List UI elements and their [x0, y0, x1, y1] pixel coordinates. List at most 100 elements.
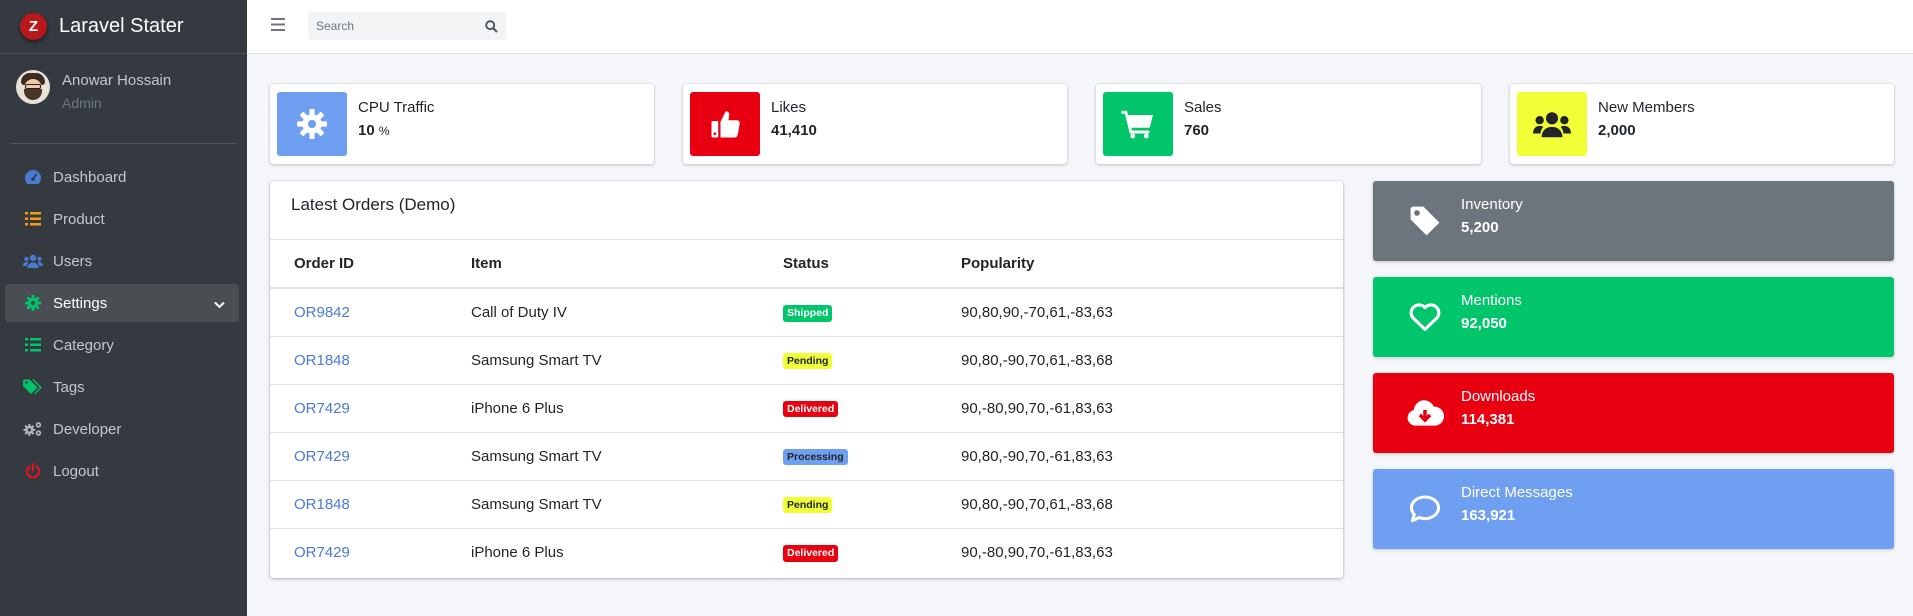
order-item: Call of Duty IV: [447, 288, 759, 337]
column-header: Item: [447, 240, 759, 289]
card-header: Latest Orders (Demo): [270, 181, 1589, 240]
stat-box-label: Inventory: [1461, 196, 1523, 213]
cogs-icon: [23, 419, 43, 439]
search-input[interactable]: [308, 12, 476, 40]
order-id-link[interactable]: OR9842: [294, 304, 350, 321]
sidebar-item-label: Developer: [53, 420, 122, 438]
stat-box-label: Downloads: [1461, 388, 1536, 405]
list-icon: [23, 209, 43, 229]
order-id-link[interactable]: OR7429: [294, 400, 350, 417]
order-popularity: 90,-80,90,70,-61,83,63: [961, 543, 1113, 561]
comment-icon: [1405, 491, 1445, 527]
info-box-value: 2,000: [1598, 122, 1636, 139]
column-header: Status: [759, 240, 937, 289]
order-item: iPhone 6 Plus: [471, 543, 564, 561]
table-header-row: Order ID Item Status Popularity: [270, 240, 1343, 289]
gear-icon: [23, 293, 43, 313]
order-popularity: 90,80,-90,70,-61,83,63: [937, 432, 1343, 481]
avatar[interactable]: [16, 70, 50, 104]
search-icon: [484, 19, 498, 33]
list-icon: [23, 335, 43, 355]
search-form: [308, 12, 506, 40]
order-id-link[interactable]: OR1848: [294, 496, 350, 513]
stat-box-mentions: Mentions 92,050: [1373, 277, 1894, 357]
order-item: Samsung Smart TV: [447, 336, 759, 385]
order-item: iPhone 6 Plus: [447, 384, 759, 433]
sidebar-item-category[interactable]: Category: [5, 326, 239, 364]
stat-box-value: 92,050: [1461, 315, 1507, 332]
table-row: OR1848 Samsung Smart TV Pending 90,80,-9…: [270, 336, 1343, 385]
brand-link[interactable]: Z Laravel Stater: [0, 0, 247, 54]
info-box-label: Sales: [1184, 99, 1222, 116]
dashboard-icon: [23, 167, 43, 187]
sidebar-item-label: Logout: [53, 462, 99, 480]
sidebar-item-product[interactable]: Product: [5, 200, 239, 238]
table-row: OR7429 iPhone 6 Plus Delivered 90,-80,90…: [270, 384, 1343, 433]
sidebar-item-users[interactable]: Users: [5, 242, 239, 280]
info-box-label: New Members: [1598, 99, 1695, 116]
heart-icon: [1405, 299, 1445, 335]
order-id-link[interactable]: OR1848: [294, 352, 350, 369]
order-item: Samsung Smart TV: [447, 480, 759, 529]
info-box-cpu-traffic: CPU Traffic 10 %: [270, 84, 654, 164]
status-badge: Pending: [783, 496, 833, 514]
orders-table: Order ID Item Status Popularity OR9842 C…: [270, 240, 1343, 576]
top-navbar: [247, 0, 1913, 54]
menu-toggle-icon[interactable]: [271, 18, 285, 35]
info-box-likes: Likes 41,410: [683, 84, 1067, 164]
search-button[interactable]: [476, 12, 506, 40]
stat-box-label: Direct Messages: [1461, 484, 1573, 501]
thumbs-up-icon: [690, 92, 760, 156]
status-badge: Shipped: [783, 304, 833, 322]
info-box-value: 41,410: [771, 122, 817, 139]
power-icon: [23, 461, 43, 481]
sidebar-item-logout[interactable]: Logout: [5, 452, 239, 490]
info-box-label: CPU Traffic: [358, 99, 435, 116]
info-box-new-members: New Members 2,000: [1510, 84, 1894, 164]
card-title: Latest Orders (Demo): [291, 195, 456, 214]
table-row: OR7429 Samsung Smart TV Processing 90,80…: [270, 432, 1343, 481]
tag-icon: [1405, 203, 1445, 239]
order-id-link[interactable]: OR7429: [294, 448, 350, 465]
info-box-sales: Sales 760: [1096, 84, 1481, 164]
sidebar-item-label: Users: [53, 252, 93, 270]
info-box-value: 760: [1184, 122, 1210, 139]
sidebar-item-developer[interactable]: Developer: [5, 410, 239, 448]
user-role: Admin: [62, 95, 102, 111]
latest-orders-card: Latest Orders (Demo) Order ID Item Statu…: [270, 181, 1589, 578]
stat-box-value: 163,921: [1461, 507, 1516, 524]
order-popularity: 90,80,90,-70,61,-83,63: [937, 288, 1343, 337]
sidebar-item-label: Dashboard: [53, 168, 127, 186]
sidebar-item-label: Tags: [53, 378, 85, 396]
order-popularity: 90,-80,90,70,-61,83,63: [937, 384, 1343, 433]
stat-box-downloads: Downloads 114,381: [1373, 373, 1894, 453]
users-icon: [23, 251, 43, 271]
table-row: OR1848 Samsung Smart TV Pending 90,80,-9…: [270, 480, 1343, 529]
sidebar-nav: Dashboard Product Users Settings Categor…: [0, 144, 247, 490]
sidebar-item-label: Settings: [53, 294, 108, 312]
chevron-down-icon[interactable]: [214, 296, 225, 313]
shopping-cart-icon: [1103, 92, 1173, 156]
status-badge: Processing: [783, 448, 848, 466]
sidebar-item-settings[interactable]: Settings: [5, 284, 239, 322]
order-popularity: 90,80,-90,70,61,-83,68: [937, 480, 1343, 529]
users-icon: [1517, 92, 1587, 156]
tags-icon: [23, 377, 43, 397]
brand-name: Laravel Stater: [59, 15, 184, 37]
info-box-value: 10 %: [358, 122, 390, 139]
table-row: OR9842 Call of Duty IV Shipped 90,80,90,…: [270, 288, 1343, 337]
stat-box-inventory: Inventory 5,200: [1373, 181, 1894, 261]
stat-box-label: Mentions: [1461, 292, 1522, 309]
sidebar-item-tags[interactable]: Tags: [5, 368, 239, 406]
info-box-label: Likes: [771, 99, 807, 116]
order-id-link[interactable]: OR7429: [294, 544, 350, 561]
user-panel: Anowar Hossain Admin: [10, 54, 237, 144]
sidebar-item-label: Product: [53, 210, 105, 228]
stat-box-direct-messages: Direct Messages 163,921: [1373, 469, 1894, 549]
user-name[interactable]: Anowar Hossain: [62, 72, 171, 89]
sidebar-item-dashboard[interactable]: Dashboard: [5, 158, 239, 196]
table-row: OR7429 iPhone 6 Plus Delivered 90,-80,90…: [270, 528, 1343, 576]
gear-icon: [277, 92, 347, 156]
stat-box-value: 114,381: [1461, 411, 1515, 428]
order-item: Samsung Smart TV: [447, 432, 759, 481]
